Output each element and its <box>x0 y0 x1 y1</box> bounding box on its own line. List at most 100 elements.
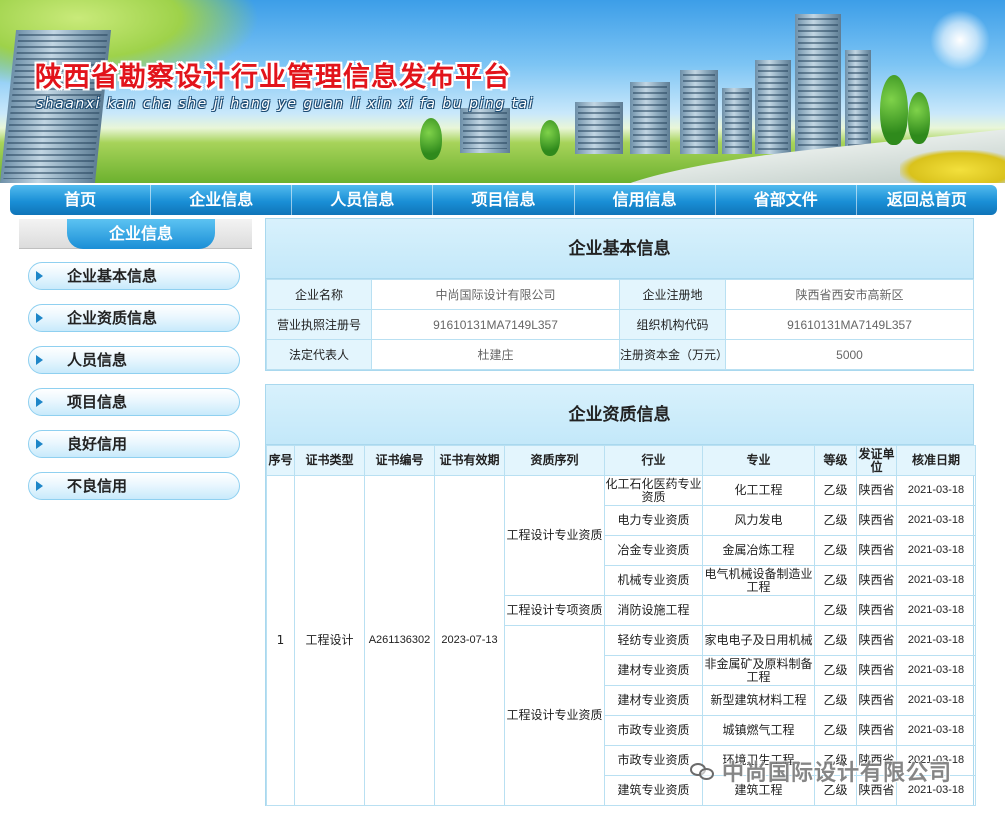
issuer-cell: 陕西省 <box>856 655 897 686</box>
nav-back-to-main[interactable]: 返回总首页 <box>857 185 997 215</box>
major-cell: 城镇燃气工程 <box>702 715 815 746</box>
sidebar-item-personnel[interactable]: 人员信息 <box>28 346 240 374</box>
sidebar-item-label: 项目信息 <box>67 393 128 411</box>
sidebar-item-label: 人员信息 <box>67 351 128 369</box>
watermark: 中尚国际设计有限公司 <box>690 756 952 786</box>
site-subtitle: shaanxi kan cha she ji hang ye guan li x… <box>36 96 535 112</box>
major-cell <box>702 595 815 626</box>
nav-credit-info[interactable]: 信用信息 <box>575 185 716 215</box>
arrow-right-icon <box>36 271 43 281</box>
table-row: 1 工程设计 A261136302 2023-07-13 工程设计专业资质 化工… <box>266 475 976 806</box>
field-label: 组织机构代码 <box>619 309 726 340</box>
column-header: 证书有效期 <box>434 445 505 476</box>
industry-cell: 电力专业资质 <box>604 505 703 536</box>
tree <box>420 118 442 160</box>
tree <box>908 92 930 144</box>
major-cell: 电气机械设备制造业工程 <box>702 565 815 596</box>
grade-cell: 乙级 <box>814 565 857 596</box>
grade-cell: 乙级 <box>814 505 857 536</box>
major-cell: 非金属矿及原料制备工程 <box>702 655 815 686</box>
nav-project-info[interactable]: 项目信息 <box>433 185 575 215</box>
grade-cell: 乙级 <box>814 715 857 746</box>
wechat-icon <box>690 761 716 781</box>
grade-cell: 乙级 <box>814 535 857 566</box>
column-header: 资质序列 <box>504 445 605 476</box>
cert-serial: 1 <box>266 475 295 806</box>
table-row: 法定代表人 杜建庄 注册资本金（万元） 5000 <box>266 339 974 370</box>
table-row: 企业名称 中尚国际设计有限公司 企业注册地 陕西省西安市高新区 <box>266 279 974 310</box>
approval-date-cell: 2021-03-18 <box>896 625 976 656</box>
approval-date-cell: 2021-03-18 <box>896 715 976 746</box>
industry-cell: 建筑专业资质 <box>604 775 703 806</box>
sidebar-item-label: 企业基本信息 <box>67 267 158 285</box>
org-code-value: 91610131MA7149L357 <box>725 309 974 340</box>
industry-cell: 消防设施工程 <box>604 595 703 626</box>
column-header: 证书编号 <box>364 445 435 476</box>
issuer-cell: 陕西省 <box>856 595 897 626</box>
issuer-cell: 陕西省 <box>856 505 897 536</box>
cert-type: 工程设计 <box>294 475 365 806</box>
nav-personnel-info[interactable]: 人员信息 <box>292 185 434 215</box>
arrow-right-icon <box>36 397 43 407</box>
sidebar-item-bad-credit[interactable]: 不良信用 <box>28 472 240 500</box>
major-cell: 风力发电 <box>702 505 815 536</box>
cert-number: A261136302 <box>364 475 435 806</box>
industry-cell: 轻纺专业资质 <box>604 625 703 656</box>
watermark-text: 中尚国际设计有限公司 <box>722 761 953 786</box>
arrow-right-icon <box>36 313 43 323</box>
industry-cell: 冶金专业资质 <box>604 535 703 566</box>
sun-glow <box>930 10 990 70</box>
industry-cell: 机械专业资质 <box>604 565 703 596</box>
sidebar-item-label: 不良信用 <box>67 477 128 495</box>
column-header: 核准日期 <box>896 445 976 476</box>
industry-cell: 市政专业资质 <box>604 745 703 776</box>
table-header-row: 序号 证书类型 证书编号 证书有效期 资质序列 行业 专业 等级 发证单位 核准… <box>266 445 976 476</box>
column-header: 序号 <box>266 445 295 476</box>
qualification-panel: 企业资质信息 序号 证书类型 证书编号 证书有效期 资质序列 行业 专业 等级 … <box>265 384 976 806</box>
header-banner: 陕西省勘察设计行业管理信息发布平台 shaanxi kan cha she ji… <box>0 0 1005 183</box>
industry-cell: 建材专业资质 <box>604 655 703 686</box>
building <box>795 14 841 154</box>
registered-address-value: 陕西省西安市高新区 <box>725 279 974 310</box>
building <box>680 70 718 154</box>
sidebar-item-label: 良好信用 <box>67 435 128 453</box>
building <box>575 102 623 154</box>
basic-info-panel: 企业基本信息 企业名称 中尚国际设计有限公司 企业注册地 陕西省西安市高新区 营… <box>265 218 974 371</box>
qualification-series: 工程设计专项资质 <box>504 595 605 626</box>
field-label: 企业名称 <box>266 279 372 310</box>
building <box>722 88 752 154</box>
sidebar-menu: 企业基本信息 企业资质信息 人员信息 项目信息 良好信用 不良信用 <box>28 262 240 514</box>
field-label: 注册资本金（万元） <box>619 339 728 370</box>
arrow-right-icon <box>36 355 43 365</box>
column-header: 发证单位 <box>856 445 897 476</box>
sidebar-item-qualification-info[interactable]: 企业资质信息 <box>28 304 240 332</box>
field-label: 法定代表人 <box>266 339 372 370</box>
qualification-table: 序号 证书类型 证书编号 证书有效期 资质序列 行业 专业 等级 发证单位 核准… <box>266 445 976 806</box>
cert-valid-date: 2023-07-13 <box>434 475 505 806</box>
qualification-series: 工程设计专业资质 <box>504 625 605 806</box>
company-name-value: 中尚国际设计有限公司 <box>371 279 620 310</box>
nav-home[interactable]: 首页 <box>10 185 152 215</box>
sidebar-item-projects[interactable]: 项目信息 <box>28 388 240 416</box>
qualification-series: 工程设计专业资质 <box>504 475 605 596</box>
major-cell: 新型建筑材料工程 <box>702 685 815 716</box>
legal-rep-value: 杜建庄 <box>371 339 620 370</box>
industry-cell: 化工石化医药专业资质 <box>604 475 703 506</box>
sidebar-item-basic-info[interactable]: 企业基本信息 <box>28 262 240 290</box>
sidebar-item-good-credit[interactable]: 良好信用 <box>28 430 240 458</box>
issuer-cell: 陕西省 <box>856 535 897 566</box>
approval-date-cell: 2021-03-18 <box>896 685 976 716</box>
sidebar-header: 企业信息 <box>19 219 252 249</box>
major-cell: 家电电子及日用机械 <box>702 625 815 656</box>
grade-cell: 乙级 <box>814 625 857 656</box>
industry-cell: 建材专业资质 <box>604 685 703 716</box>
main-nav: 首页 企业信息 人员信息 项目信息 信用信息 省部文件 返回总首页 <box>10 185 997 215</box>
issuer-cell: 陕西省 <box>856 715 897 746</box>
tree <box>540 120 560 156</box>
field-label: 企业注册地 <box>619 279 726 310</box>
nav-enterprise-info[interactable]: 企业信息 <box>151 185 293 215</box>
issuer-cell: 陕西省 <box>856 565 897 596</box>
tree <box>880 75 908 145</box>
nav-ministry-documents[interactable]: 省部文件 <box>716 185 857 215</box>
building <box>630 82 670 154</box>
